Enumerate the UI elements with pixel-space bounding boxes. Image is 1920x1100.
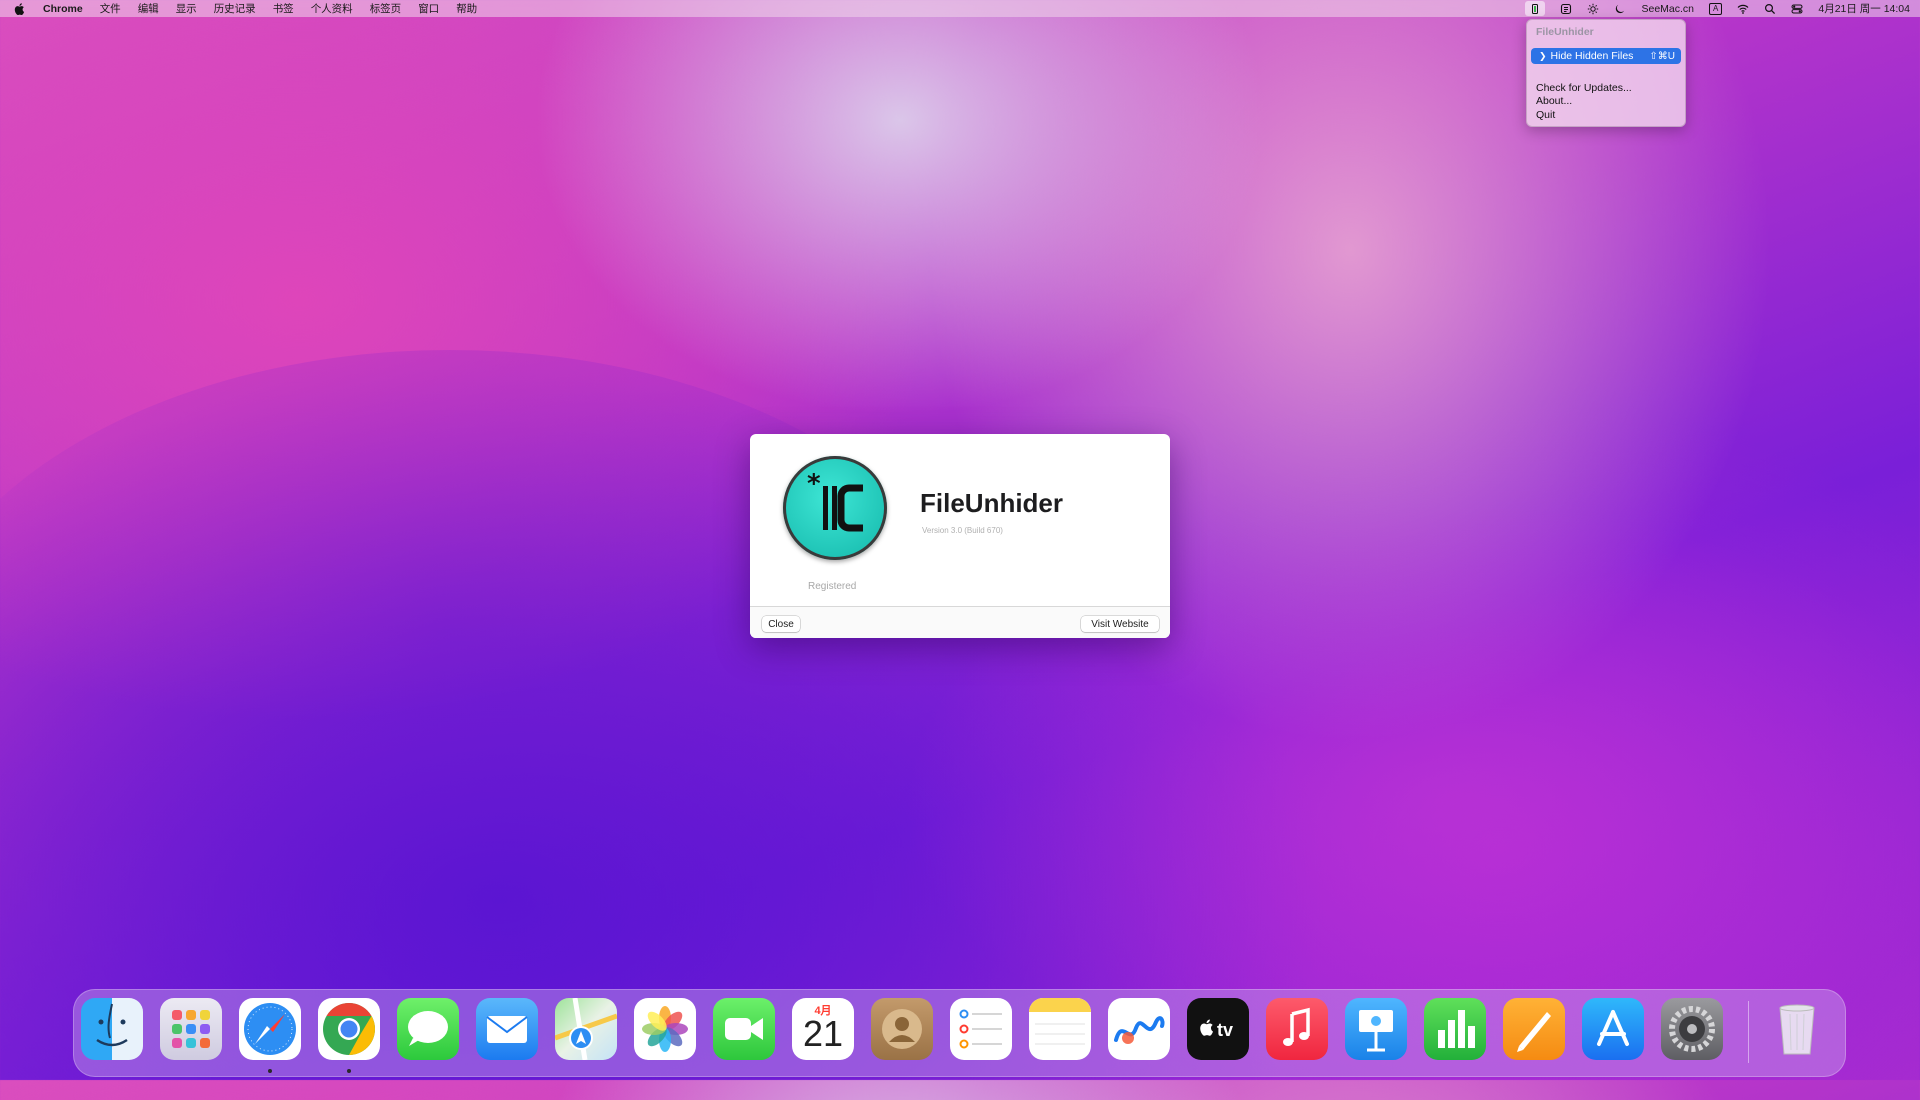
menu-edit[interactable]: 编辑 <box>138 1 159 16</box>
menu-window[interactable]: 窗口 <box>418 1 439 16</box>
menu-bookmarks[interactable]: 书签 <box>273 1 294 16</box>
search-icon[interactable] <box>1764 3 1776 15</box>
wifi-icon[interactable] <box>1737 3 1749 15</box>
night-mode-icon[interactable] <box>1614 3 1626 15</box>
svg-text:tv: tv <box>1217 1020 1233 1040</box>
mail-icon[interactable] <box>476 998 538 1060</box>
messages-icon[interactable] <box>397 998 459 1060</box>
apple-tv-icon[interactable]: tv <box>1187 998 1249 1060</box>
dialog-version: Version 3.0 (Build 670) <box>922 526 1003 535</box>
maps-icon[interactable] <box>555 998 617 1060</box>
registration-status: Registered <box>808 581 857 592</box>
brightness-icon[interactable] <box>1587 3 1599 15</box>
clipboard-status-icon[interactable] <box>1560 3 1572 15</box>
launchpad-icon[interactable] <box>160 998 222 1060</box>
menu-header: FileUnhider <box>1536 26 1594 38</box>
menu-bar: Chrome 文件 编辑 显示 历史记录 书签 个人资料 标签页 窗口 帮助 S… <box>0 0 1920 17</box>
apple-menu-icon[interactable] <box>14 2 25 15</box>
fileunhider-status-icon[interactable] <box>1525 1 1546 16</box>
reminders-icon[interactable] <box>950 998 1012 1060</box>
menu-tabs[interactable]: 标签页 <box>370 1 402 16</box>
fileunhider-menu: FileUnhider ❯ Hide Hidden Files ⇧⌘U Chec… <box>1526 19 1686 127</box>
svg-text:*: * <box>807 469 821 499</box>
menu-history[interactable]: 历史记录 <box>214 1 256 16</box>
chrome-icon[interactable] <box>318 998 380 1060</box>
visit-website-button[interactable]: Visit Website <box>1081 616 1159 632</box>
numbers-icon[interactable] <box>1424 998 1486 1060</box>
control-center-icon[interactable] <box>1791 3 1803 15</box>
safari-icon[interactable] <box>239 998 301 1060</box>
fileunhider-logo-icon: * <box>783 456 887 560</box>
menu-view[interactable]: 显示 <box>176 1 197 16</box>
about-item[interactable]: About... <box>1536 95 1572 107</box>
chrome-running-indicator <box>347 1069 351 1073</box>
hide-hidden-files-item[interactable]: ❯ Hide Hidden Files ⇧⌘U <box>1531 48 1681 64</box>
quit-item[interactable]: Quit <box>1536 109 1555 121</box>
dock-separator <box>1748 1001 1749 1063</box>
system-settings-icon[interactable] <box>1661 998 1723 1060</box>
chevron-right-icon: ❯ <box>1539 50 1547 61</box>
hide-hidden-files-label: Hide Hidden Files <box>1550 50 1634 62</box>
photos-icon[interactable] <box>634 998 696 1060</box>
hide-hidden-files-shortcut: ⇧⌘U <box>1649 50 1675 62</box>
input-method-label: A <box>1709 2 1723 15</box>
menu-profiles[interactable]: 个人资料 <box>311 1 353 16</box>
calendar-icon[interactable]: 4月 21 <box>792 998 854 1060</box>
freeform-icon[interactable] <box>1108 998 1170 1060</box>
safari-running-indicator <box>268 1069 272 1073</box>
menu-app-name[interactable]: Chrome <box>43 3 83 15</box>
dialog-app-name: FileUnhider <box>920 488 1064 518</box>
check-for-updates-item[interactable]: Check for Updates... <box>1536 82 1632 94</box>
contacts-icon[interactable] <box>871 998 933 1060</box>
input-method-icon[interactable]: A <box>1709 2 1723 15</box>
about-dialog: * FileUnhider Version 3.0 (Build 670) Re… <box>750 434 1170 638</box>
notes-icon[interactable] <box>1029 998 1091 1060</box>
close-button[interactable]: Close <box>762 616 800 632</box>
seemac-status-text[interactable]: SeeMac.cn <box>1641 3 1694 15</box>
music-icon[interactable] <box>1266 998 1328 1060</box>
dialog-footer: Close Visit Website <box>750 607 1170 638</box>
finder-icon[interactable] <box>81 998 143 1060</box>
facetime-icon[interactable] <box>713 998 775 1060</box>
menu-help[interactable]: 帮助 <box>456 1 477 16</box>
dock: 4月 21 tv <box>73 989 1846 1077</box>
menu-file[interactable]: 文件 <box>100 1 121 16</box>
keynote-icon[interactable] <box>1345 998 1407 1060</box>
app-store-icon[interactable] <box>1582 998 1644 1060</box>
calendar-day: 21 <box>802 1013 844 1054</box>
pages-icon[interactable] <box>1503 998 1565 1060</box>
trash-icon[interactable] <box>1766 998 1828 1060</box>
menubar-clock[interactable]: 4月21日 周一 14:04 <box>1818 1 1910 16</box>
